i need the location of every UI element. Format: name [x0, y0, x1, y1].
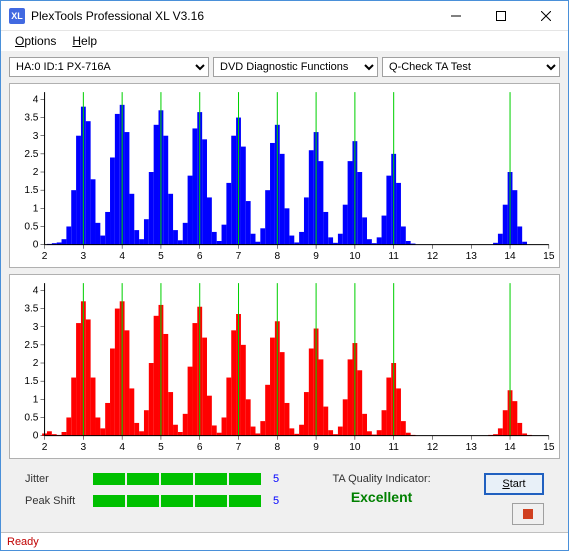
jitter-row: Jitter 5 — [25, 473, 279, 485]
content-pane: HA:0 ID:1 PX-716A DVD Diagnostic Functio… — [1, 51, 568, 532]
svg-text:0.5: 0.5 — [24, 413, 38, 424]
close-button[interactable] — [523, 1, 568, 31]
bar-segment — [93, 495, 125, 507]
status-text: Ready — [7, 536, 39, 548]
svg-text:1.5: 1.5 — [24, 376, 38, 387]
bar-segment — [161, 473, 193, 485]
svg-text:4: 4 — [119, 442, 125, 453]
svg-text:2: 2 — [42, 251, 48, 262]
menu-help[interactable]: Help — [66, 32, 103, 50]
svg-text:4: 4 — [33, 285, 39, 296]
svg-text:15: 15 — [543, 442, 555, 453]
menubar: Options Help — [1, 31, 568, 51]
menu-options[interactable]: Options — [9, 32, 62, 50]
peakshift-value: 5 — [273, 495, 279, 507]
titlebar: XL PlexTools Professional XL V3.16 — [1, 1, 568, 31]
svg-text:2.5: 2.5 — [24, 149, 38, 160]
bar-segment — [127, 495, 159, 507]
bar-segment — [161, 495, 193, 507]
peakshift-label: Peak Shift — [25, 495, 85, 507]
svg-text:11: 11 — [388, 251, 399, 262]
svg-text:7: 7 — [236, 442, 242, 453]
chart-bottom: 0 0.5 1 1.5 2 2.5 3 3.5 4 2 3 4 5 6 7 8 9 10 11 12 13 14 15 — [9, 274, 560, 459]
test-select[interactable]: Q-Check TA Test — [382, 57, 560, 77]
svg-text:3: 3 — [81, 251, 87, 262]
svg-text:3: 3 — [33, 322, 39, 333]
svg-text:1.5: 1.5 — [24, 185, 38, 196]
svg-text:14: 14 — [504, 251, 516, 262]
svg-text:6: 6 — [197, 251, 203, 262]
svg-text:8: 8 — [274, 251, 280, 262]
svg-text:7: 7 — [236, 251, 242, 262]
svg-text:3: 3 — [33, 131, 39, 142]
statusbar: Ready — [1, 532, 568, 550]
svg-text:0: 0 — [33, 431, 39, 442]
svg-text:8: 8 — [274, 442, 280, 453]
drive-select[interactable]: HA:0 ID:1 PX-716A — [9, 57, 209, 77]
svg-text:10: 10 — [349, 251, 361, 262]
button-column: Start — [484, 473, 544, 525]
svg-text:13: 13 — [466, 442, 478, 453]
quality-label: TA Quality Indicator: — [299, 473, 464, 485]
stop-icon — [521, 507, 535, 521]
bar-segment — [229, 473, 261, 485]
svg-text:12: 12 — [427, 251, 439, 262]
window-title: PlexTools Professional XL V3.16 — [31, 9, 433, 23]
bar-segment — [93, 473, 125, 485]
peakshift-bars — [93, 495, 261, 507]
bar-segment — [127, 473, 159, 485]
svg-text:3.5: 3.5 — [24, 304, 38, 315]
quality-value: Excellent — [299, 489, 464, 505]
svg-text:1: 1 — [33, 394, 39, 405]
bar-segment — [195, 473, 227, 485]
svg-text:9: 9 — [313, 251, 319, 262]
svg-text:13: 13 — [466, 251, 478, 262]
svg-text:11: 11 — [388, 442, 399, 453]
svg-text:2: 2 — [33, 358, 39, 369]
chart-top: 0 0.5 1 1.5 2 2.5 3 3.5 4 2 3 4 5 6 7 8 9 10 11 12 13 14 15 — [9, 83, 560, 268]
svg-text:2.5: 2.5 — [24, 340, 38, 351]
svg-text:5: 5 — [158, 442, 164, 453]
svg-text:2: 2 — [33, 167, 39, 178]
start-button[interactable]: Start — [484, 473, 544, 495]
jitter-label: Jitter — [25, 473, 85, 485]
peakshift-row: Peak Shift 5 — [25, 495, 279, 507]
svg-text:6: 6 — [197, 442, 203, 453]
svg-text:0: 0 — [33, 240, 39, 251]
svg-text:5: 5 — [158, 251, 164, 262]
svg-text:9: 9 — [313, 442, 319, 453]
svg-text:10: 10 — [349, 442, 361, 453]
bottom-panel: Jitter 5 Peak Shift 5 TA Quality Indicat… — [5, 465, 564, 531]
svg-text:4: 4 — [33, 94, 39, 105]
bar-segment — [195, 495, 227, 507]
svg-text:14: 14 — [504, 442, 516, 453]
quality-indicator: TA Quality Indicator: Excellent — [299, 473, 464, 505]
svg-text:12: 12 — [427, 442, 439, 453]
dropdown-row: HA:0 ID:1 PX-716A DVD Diagnostic Functio… — [5, 55, 564, 83]
function-select[interactable]: DVD Diagnostic Functions — [213, 57, 378, 77]
svg-text:2: 2 — [42, 442, 48, 453]
svg-text:15: 15 — [543, 251, 555, 262]
minimize-button[interactable] — [433, 1, 478, 31]
app-icon: XL — [9, 8, 25, 24]
jitter-bars — [93, 473, 261, 485]
maximize-button[interactable] — [478, 1, 523, 31]
jitter-value: 5 — [273, 473, 279, 485]
svg-text:0.5: 0.5 — [24, 222, 38, 233]
stop-button[interactable] — [512, 503, 544, 525]
svg-text:3.5: 3.5 — [24, 113, 38, 124]
svg-text:1: 1 — [33, 203, 39, 214]
svg-text:3: 3 — [81, 442, 87, 453]
svg-text:4: 4 — [119, 251, 125, 262]
metrics: Jitter 5 Peak Shift 5 — [25, 473, 279, 507]
bar-segment — [229, 495, 261, 507]
